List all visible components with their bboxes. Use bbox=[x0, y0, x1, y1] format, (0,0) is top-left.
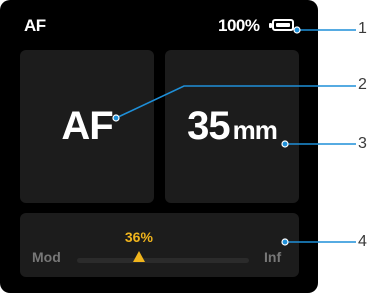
callout-number-4: 4 bbox=[358, 233, 367, 250]
focus-min-label: Mod bbox=[32, 249, 61, 265]
focus-max-label: Inf bbox=[264, 249, 282, 265]
battery-tip bbox=[269, 23, 272, 28]
callout-number-2: 2 bbox=[358, 76, 367, 93]
focus-mode-value: AF bbox=[61, 104, 113, 148]
battery-fill bbox=[276, 23, 290, 27]
focus-position-card[interactable]: 36% Mod Inf bbox=[20, 213, 299, 277]
focus-mode-card[interactable]: AF bbox=[20, 50, 154, 203]
focal-length-unit: mm bbox=[232, 115, 278, 145]
focal-length-display: 35 mm bbox=[165, 50, 299, 203]
focus-position-percent: 36% bbox=[124, 229, 153, 245]
callout-number-3: 3 bbox=[358, 135, 367, 152]
status-mode-label: AF bbox=[24, 16, 46, 35]
battery-icon bbox=[269, 19, 294, 31]
focal-length-value: 35 bbox=[187, 104, 230, 148]
focal-length-card[interactable]: 35 mm bbox=[165, 50, 299, 203]
focus-position-track[interactable] bbox=[77, 258, 249, 263]
callout-number-1: 1 bbox=[358, 20, 367, 37]
battery-percent: 100% bbox=[218, 16, 260, 35]
focus-position-marker-icon[interactable] bbox=[132, 251, 145, 262]
camera-screen: AF 100% AF 35 mm 36% Mod Inf bbox=[0, 0, 318, 293]
